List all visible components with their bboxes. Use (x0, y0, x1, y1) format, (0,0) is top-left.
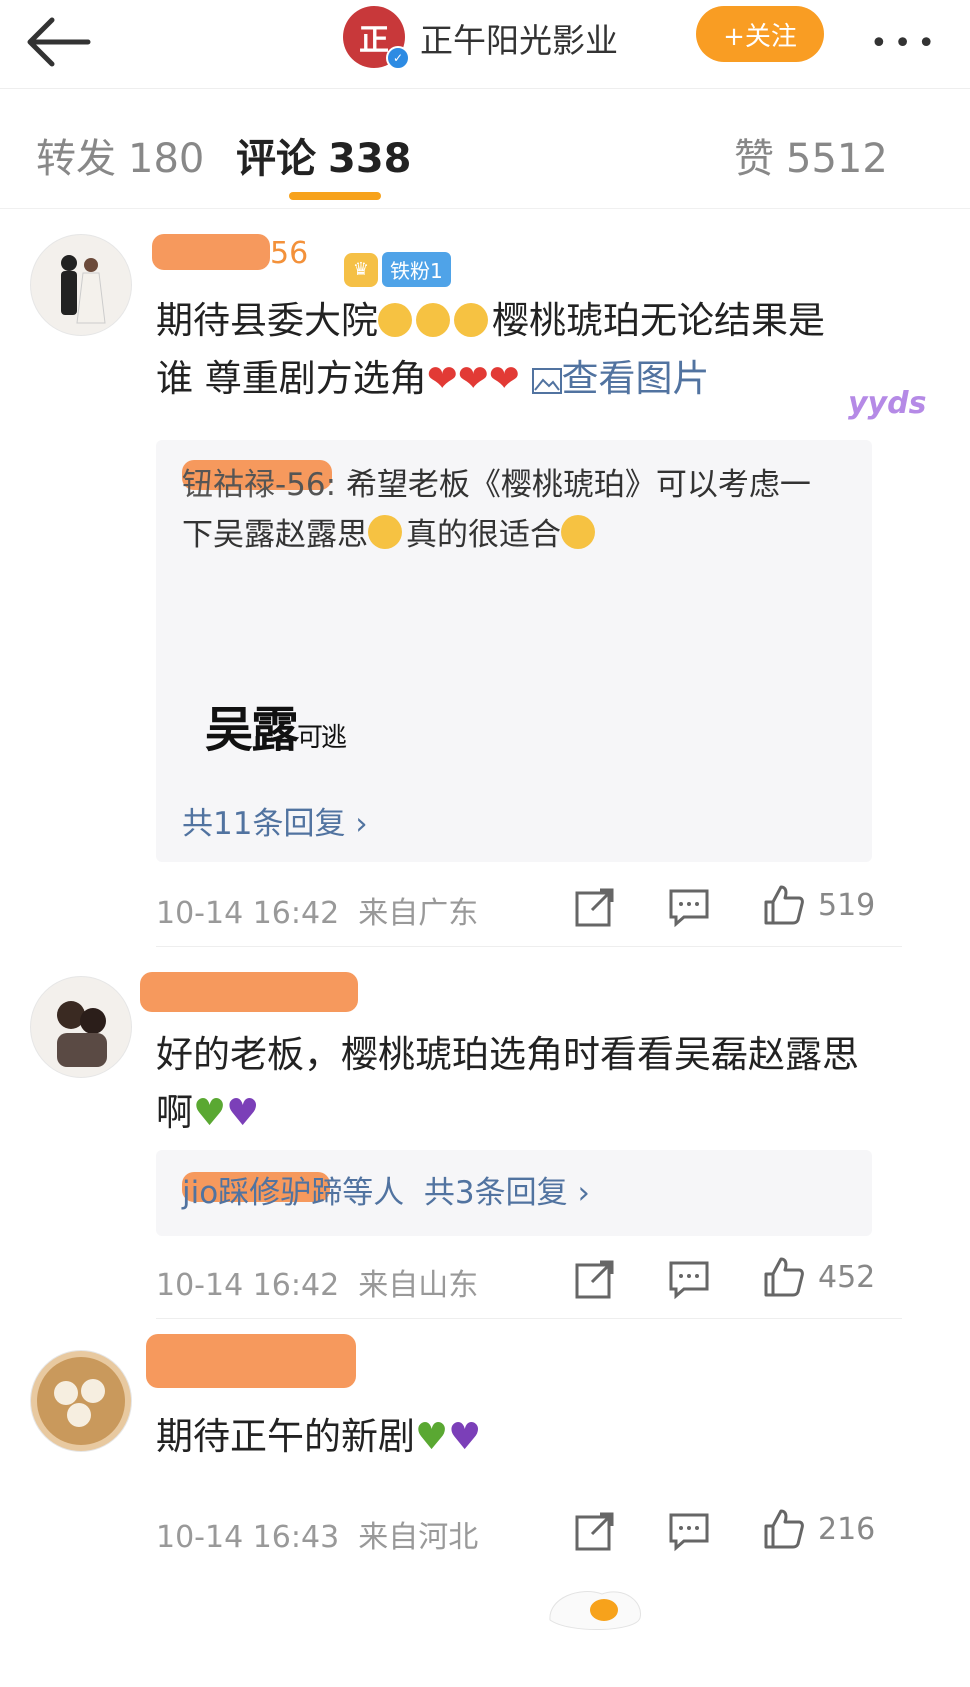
comment-meta: 10-14 16:43 来自河北 (156, 1512, 478, 1556)
fan-badge[interactable]: ♛ 铁粉1 (344, 252, 451, 287)
image-icon (531, 368, 562, 394)
reply-text: 钮祜禄-56: 希望老板《樱桃琥珀》可以考虑一 下吴露赵露思 真的很适合 (182, 460, 862, 560)
comment-text-part: 好的老板，樱桃琥珀选角时看看吴磊赵露思 (156, 1033, 859, 1076)
comment-text-part: 啊 (156, 1091, 193, 1134)
purple-heart-emoji-icon: ♥ (448, 1415, 482, 1458)
heart-emoji-icon: ❤❤❤ (426, 357, 520, 400)
share-icon[interactable] (574, 886, 616, 928)
avatar[interactable] (30, 1350, 132, 1452)
reply-summary: jio踩修驴蹄等人 共3条回复 › (182, 1168, 590, 1218)
comment-time: 10-14 16:42 (156, 896, 340, 931)
emoji-icon (416, 303, 450, 337)
share-icon[interactable] (574, 1510, 616, 1552)
avatar[interactable] (30, 976, 132, 1078)
sticker-sub-text: 可逃 (297, 723, 347, 753)
reply-text-part: 下吴露赵露思 (182, 517, 368, 553)
username-redaction (152, 234, 270, 270)
view-replies-link[interactable]: 共3条回复 › (424, 1175, 590, 1211)
logo-text: 正 (359, 23, 389, 58)
yyds-sticker: yyds (848, 386, 927, 421)
account-name[interactable]: 正午阳光影业 (420, 14, 618, 62)
comment-location: 来自广东 (358, 896, 479, 931)
comment-text: 好的老板，樱桃琥珀选角时看看吴磊赵露思 啊♥♥ (156, 1026, 896, 1142)
top-bar: 正 ✓ 正午阳光影业 +关注 ••• (0, 0, 970, 89)
tab-comments[interactable]: 评论 338 (236, 126, 412, 184)
username-suffix[interactable]: 56 (270, 236, 308, 271)
comment-meta: 10-14 16:42 来自广东 (156, 888, 478, 932)
emoji-icon (454, 303, 488, 337)
like-thumb-icon[interactable] (762, 1508, 804, 1550)
comment-text-part: 期待正午的新剧 (156, 1415, 415, 1458)
emoji-icon (368, 515, 402, 549)
verified-badge-icon: ✓ (386, 46, 410, 70)
back-arrow-icon[interactable] (22, 12, 98, 72)
emoji-icon (561, 515, 595, 549)
tab-reposts-count: 180 (128, 136, 205, 182)
comment-icon[interactable] (668, 1258, 710, 1300)
follow-button[interactable]: +关注 (696, 6, 824, 62)
view-image-label: 查看图片 (561, 357, 710, 400)
reply-text-part: 真的很适合 (406, 517, 561, 553)
sticker-main-text: 吴露 (205, 702, 299, 758)
comment-text: 期待正午的新剧♥♥ (156, 1408, 896, 1466)
comment-location: 来自河北 (358, 1520, 479, 1555)
cartoon-couple-icon (57, 1001, 107, 1067)
comment-text-part: 樱桃琥珀无论结果是 (492, 299, 825, 342)
comment-icon[interactable] (668, 1510, 710, 1552)
like-count: 216 (818, 1512, 876, 1547)
reply-sticker-image[interactable]: 吴露可逃 (205, 690, 347, 760)
comment-text: 期待县委大院 樱桃琥珀无论结果是 谁 尊重剧方选角❤❤❤ 查看图片 (156, 292, 896, 408)
tab-bar: 转发 180 评论 338 赞 5512 (0, 88, 970, 209)
view-replies-link[interactable]: 共11条回复 › (182, 798, 368, 843)
comment-time: 10-14 16:43 (156, 1520, 340, 1555)
fan-badge-label: 铁粉1 (382, 252, 451, 287)
like-count: 519 (818, 888, 876, 923)
green-heart-emoji-icon: ♥ (193, 1091, 227, 1134)
comment-location: 来自山东 (358, 1268, 479, 1303)
tab-likes-label: 赞 (734, 136, 774, 182)
like-thumb-icon[interactable] (762, 1256, 804, 1298)
tab-likes[interactable]: 赞 5512 (734, 126, 888, 184)
like-count: 452 (818, 1260, 876, 1295)
comment-text-part: 期待县委大院 (156, 299, 378, 342)
active-tab-indicator (289, 192, 381, 200)
comment-meta: 10-14 16:42 来自山东 (156, 1260, 478, 1304)
reply-username[interactable]: 钮祜禄-56: (182, 467, 336, 503)
wedding-couple-icon (61, 255, 106, 324)
username-redaction (146, 1334, 356, 1388)
comment-divider (156, 946, 902, 947)
reply-text-part: 希望老板《樱桃琥珀》可以考虑一 (345, 467, 811, 503)
like-thumb-icon[interactable] (762, 884, 804, 926)
comment-divider (156, 1318, 902, 1319)
tab-reposts[interactable]: 转发 180 (36, 126, 204, 184)
avatar[interactable] (30, 234, 132, 336)
tab-comments-label: 评论 (236, 136, 316, 182)
crown-icon: ♛ (344, 252, 378, 287)
view-image-link[interactable]: 查看图片 (531, 357, 710, 400)
tab-likes-count: 5512 (786, 136, 888, 182)
more-options-icon[interactable]: ••• (870, 26, 941, 61)
comment-icon[interactable] (668, 886, 710, 928)
comment-time: 10-14 16:42 (156, 1268, 340, 1303)
share-icon[interactable] (574, 1258, 616, 1300)
fried-egg-sticker-icon (549, 1591, 641, 1631)
tab-comments-count: 338 (328, 136, 412, 182)
purple-heart-emoji-icon: ♥ (226, 1091, 260, 1134)
tab-reposts-label: 转发 (36, 136, 116, 182)
username-redaction (140, 972, 358, 1012)
emoji-icon (378, 303, 412, 337)
green-heart-emoji-icon: ♥ (415, 1415, 449, 1458)
dumpling-basket-icon (37, 1357, 125, 1445)
comment-text-part: 谁 尊重剧方选角 (156, 357, 427, 400)
reply-users[interactable]: jio踩修驴蹄等人 (182, 1175, 404, 1211)
